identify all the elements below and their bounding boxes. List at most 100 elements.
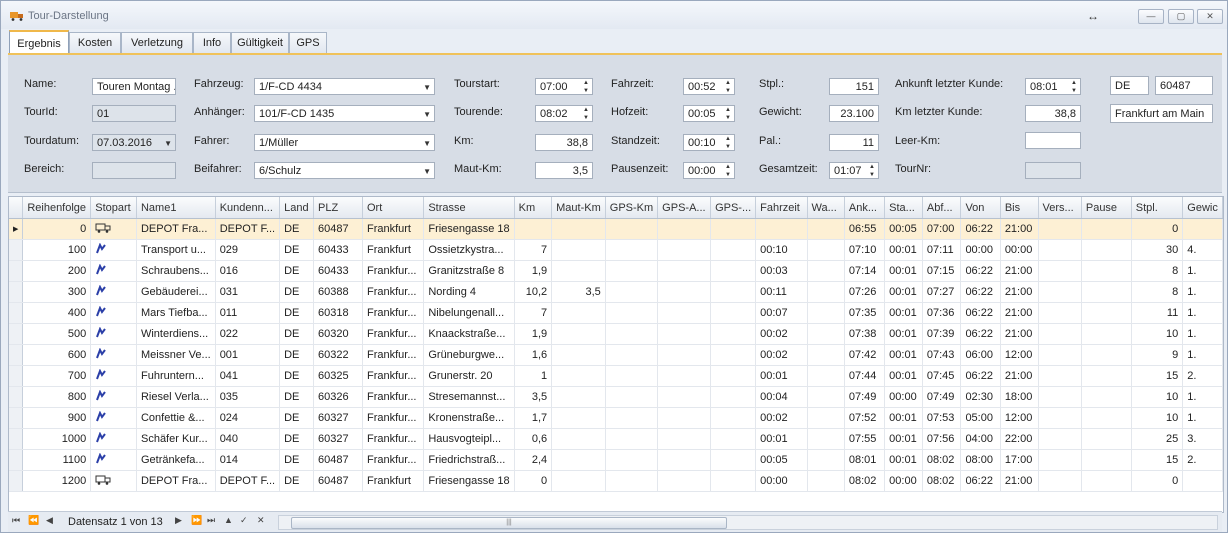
name1-cell[interactable]: Schraubens... (136, 260, 216, 282)
ort-cell[interactable]: Frankfur... (362, 323, 425, 345)
fahrzeit-cell[interactable]: 00:05 (755, 449, 808, 471)
gew-cell[interactable]: 1. (1182, 260, 1223, 282)
anhaenger-select[interactable]: 101/F-CD 1435 ▼ (254, 105, 435, 122)
column-header[interactable]: PLZ (313, 197, 363, 219)
horizontal-scrollbar[interactable]: ||| (278, 515, 1218, 530)
empty-cell[interactable] (1038, 386, 1082, 408)
ort-cell[interactable]: Frankfurt (362, 470, 425, 492)
name1-cell[interactable]: Winterdiens... (136, 323, 216, 345)
fahrer-select[interactable]: 1/Müller ▼ (254, 134, 435, 151)
stopart-cell[interactable] (90, 323, 137, 345)
km-field[interactable]: 38,8 (535, 134, 593, 151)
stopart-cell[interactable] (90, 344, 137, 366)
leerkm-field[interactable] (1025, 132, 1081, 149)
spin-arrows-icon[interactable]: ▲ ▼ (581, 106, 591, 121)
empty-cell[interactable] (657, 386, 712, 408)
km-cell[interactable]: 1,9 (514, 260, 553, 282)
fahrzeit-cell[interactable]: 00:01 (755, 365, 808, 387)
sta-cell[interactable]: 00:01 (884, 323, 923, 345)
ank-cell[interactable]: 07:14 (844, 260, 886, 282)
column-header[interactable]: Land (279, 197, 315, 219)
empty-cell[interactable] (1038, 323, 1082, 345)
reihenfolge-cell[interactable]: 400 (22, 302, 92, 324)
empty-cell[interactable] (1038, 407, 1082, 429)
abf-cell[interactable]: 07:43 (922, 344, 962, 366)
abf-cell[interactable]: 07:27 (922, 281, 962, 303)
row-indicator[interactable] (9, 344, 24, 366)
empty-cell[interactable] (605, 386, 659, 408)
abf-cell[interactable]: 07:45 (922, 365, 962, 387)
row-indicator[interactable] (9, 302, 24, 324)
column-header[interactable]: Maut-Km (551, 197, 606, 219)
ort-cell[interactable]: Frankfur... (362, 386, 425, 408)
ank-cell[interactable]: 07:49 (844, 386, 886, 408)
ank-cell[interactable]: 07:10 (844, 239, 886, 261)
bis-cell[interactable]: 21:00 (1000, 281, 1039, 303)
plz-cell[interactable]: 60322 (313, 344, 363, 366)
column-header[interactable]: Sta... (884, 197, 923, 219)
row-indicator[interactable] (9, 260, 24, 282)
von-cell[interactable]: 06:22 (960, 365, 1001, 387)
empty-cell[interactable] (1081, 239, 1132, 261)
bis-cell[interactable]: 22:00 (1000, 428, 1039, 450)
close-button[interactable]: ✕ (1197, 9, 1223, 24)
empty-cell[interactable] (1081, 218, 1132, 240)
land-cell[interactable]: DE (279, 239, 315, 261)
column-header[interactable]: GPS-Km (605, 197, 659, 219)
fahrzeit-cell[interactable] (755, 218, 808, 240)
fahrzeit-cell[interactable]: 00:01 (755, 428, 808, 450)
empty-cell[interactable] (1038, 281, 1082, 303)
land-cell[interactable]: DE (279, 428, 315, 450)
column-header[interactable]: Fahrzeit (755, 197, 808, 219)
bis-cell[interactable]: 12:00 (1000, 344, 1039, 366)
plz-cell[interactable]: 60433 (313, 239, 363, 261)
name1-cell[interactable]: Transport u... (136, 239, 216, 261)
von-cell[interactable]: 06:22 (960, 218, 1001, 240)
column-header[interactable]: Wa... (807, 197, 845, 219)
fahrzeit-cell[interactable]: 00:00 (755, 470, 808, 492)
mautkm-cell[interactable] (551, 218, 606, 240)
table-row[interactable]: 400 Mars Tiefba... 011 DE 60318 Frankfur... Ni… (9, 302, 1223, 324)
tab-info[interactable]: Info (193, 32, 231, 53)
gew-cell[interactable]: 2. (1182, 365, 1223, 387)
stopart-cell[interactable] (90, 218, 137, 240)
strasse-cell[interactable]: Friedrichstraß... (423, 449, 515, 471)
reihenfolge-cell[interactable]: 900 (22, 407, 92, 429)
stpl-cell[interactable]: 15 (1131, 449, 1184, 471)
standzeit-spinner[interactable]: 00:10 ▲ ▼ (683, 134, 735, 151)
ankunft-spinner[interactable]: 08:01 ▲ ▼ (1025, 78, 1081, 95)
tab-kosten[interactable]: Kosten (69, 32, 121, 53)
empty-cell[interactable] (710, 407, 757, 429)
table-row[interactable]: ▶ 0 DEPOT Fra... DEPOT F... DE 60487 Frankfurt… (9, 218, 1223, 240)
km-cell[interactable]: 2,4 (514, 449, 553, 471)
confirm-record-button[interactable]: ✓ (240, 515, 248, 526)
ort-cell[interactable]: Frankfurt (362, 239, 425, 261)
name1-cell[interactable]: Confettie &... (136, 407, 216, 429)
empty-cell[interactable] (807, 344, 845, 366)
land-cell[interactable]: DE (279, 386, 315, 408)
empty-cell[interactable] (710, 281, 757, 303)
ort-cell[interactable]: Frankfur... (362, 428, 425, 450)
row-indicator[interactable] (9, 386, 24, 408)
bis-cell[interactable]: 17:00 (1000, 449, 1039, 471)
empty-cell[interactable] (1081, 365, 1132, 387)
name1-cell[interactable]: Fuhruntern... (136, 365, 216, 387)
mautkm-cell[interactable] (551, 470, 606, 492)
sta-cell[interactable]: 00:01 (884, 428, 923, 450)
abf-cell[interactable]: 07:36 (922, 302, 962, 324)
abf-cell[interactable]: 08:02 (922, 470, 962, 492)
bis-cell[interactable]: 21:00 (1000, 365, 1039, 387)
sta-cell[interactable]: 00:01 (884, 365, 923, 387)
sta-cell[interactable]: 00:01 (884, 344, 923, 366)
empty-cell[interactable] (710, 323, 757, 345)
empty-cell[interactable] (710, 449, 757, 471)
mautkm-cell[interactable] (551, 260, 606, 282)
empty-cell[interactable] (605, 239, 659, 261)
empty-cell[interactable] (657, 281, 712, 303)
first-record-button[interactable]: ⏮ (12, 515, 20, 526)
tourende-spinner[interactable]: 08:02 ▲ ▼ (535, 105, 593, 122)
stpl-cell[interactable]: 0 (1131, 470, 1184, 492)
pausenzeit-spinner[interactable]: 00:00 ▲ ▼ (683, 162, 735, 179)
von-cell[interactable]: 06:22 (960, 470, 1001, 492)
name1-cell[interactable]: Meissner Ve... (136, 344, 216, 366)
